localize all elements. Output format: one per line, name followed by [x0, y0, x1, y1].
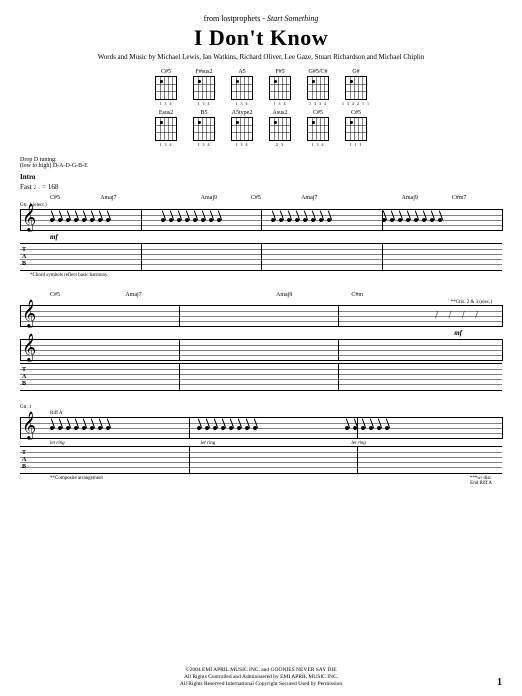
chord-box: Asus22 3: [265, 110, 295, 147]
part-label: Gtr. 1 (elect.): [20, 203, 502, 208]
chord-box: Esus21 3 4: [151, 110, 181, 147]
chord-diagram: [345, 117, 367, 141]
riff-label: Riff A: [50, 411, 502, 416]
treble-clef-icon: 𝄞: [22, 206, 36, 230]
section-label: Intro: [20, 173, 502, 181]
chord-diagram: [345, 76, 367, 100]
chord-row-1: C#51 3 4 F#sus21 3 4 A51 3 4 F#51 3 4 G#…: [151, 69, 371, 106]
chord-row-2: Esus21 3 4 B51 3 4 A5type21 3 4 Asus22 3…: [151, 110, 371, 147]
part-label: Gtr. 1: [20, 405, 502, 410]
chord-reference: C#51 3 4 F#sus21 3 4 A51 3 4 F#51 3 4 G#…: [20, 69, 502, 106]
page-number: 1: [497, 677, 502, 688]
chord-diagram: [269, 117, 291, 141]
treble-clef-icon: 𝄞: [22, 414, 36, 438]
credits: Words and Music by Michael Lewis, Ian Wa…: [20, 53, 502, 61]
tempo-label: Fast: [20, 183, 32, 191]
header: from lostprophets - Start Something I Do…: [20, 14, 502, 61]
copyright-line-2: All Rights Controlled and Administered b…: [0, 674, 522, 681]
separator: -: [260, 14, 267, 23]
song-title: I Don't Know: [20, 25, 502, 51]
sheet-music-page: from lostprophets - Start Something I Do…: [0, 0, 522, 696]
source-line: from lostprophets - Start Something: [20, 14, 502, 23]
chord-box: G#1 3 4 2 1 1: [341, 69, 371, 106]
footnote: *Chord symbols reflect basic harmony.: [30, 273, 502, 278]
tab-clef: TAB: [22, 367, 26, 388]
tab-clef: TAB: [22, 247, 26, 268]
tab-staff: TAB: [20, 243, 502, 271]
system-3: Gtr. 1 Riff A 𝄞 let ring let ring let ri…: [20, 405, 502, 486]
chord-diagram: [231, 76, 253, 100]
chord-box: F#51 3 4: [265, 69, 295, 106]
tempo-value: ♩ = 168: [33, 183, 58, 191]
chord-box: A5type21 3 4: [227, 110, 257, 147]
treble-clef-icon: 𝄞: [22, 302, 36, 326]
tempo-marking: Fast ♩ = 168: [20, 183, 502, 191]
album-name: Start Something: [267, 14, 318, 23]
chord-box: B51 3 4: [189, 110, 219, 147]
notes: [50, 210, 492, 230]
chord-diagram: [193, 117, 215, 141]
end-riff-label: End Riff A: [20, 481, 492, 486]
copyright-line-1: ©2004 EMI APRIL MUSIC INC. and GOONIES N…: [0, 667, 522, 674]
treble-clef-icon: 𝄞: [22, 336, 36, 360]
chord-box: F#sus21 3 4: [189, 69, 219, 106]
notation-staff: 𝄞 / / / /: [20, 305, 502, 327]
chord-diagram: [307, 76, 329, 100]
from-prefix: from lostprophets: [204, 14, 261, 23]
chord-diagram: [231, 117, 253, 141]
chord-diagram: [155, 117, 177, 141]
chord-diagram: [269, 76, 291, 100]
copyright-line-3: All Rights Reserved International Copyri…: [0, 681, 522, 688]
dynamic-marking: mf: [50, 233, 502, 241]
system-1: C#5 Amaj7 Amaj9 C#5 Amaj7 Amaj9 C#m7 Gtr…: [20, 195, 502, 278]
tab-staff: TAB: [20, 446, 502, 474]
system-2: C#5 Amaj7 Amaj9 C#m **Gtrs. 2 & 3 (elec.…: [20, 292, 502, 391]
tab-staff: TAB: [20, 363, 502, 391]
notes: [50, 418, 492, 438]
chord-symbols: C#5 Amaj7 Amaj9 C#m: [20, 292, 502, 298]
notation-staff-b: 𝄞: [20, 339, 502, 361]
chord-diagram: [155, 76, 177, 100]
tuning-notes: (low to high) D-A-D-G-B-E: [20, 163, 88, 169]
tuning-info: Drop D tuning: (low to high) D-A-D-G-B-E: [20, 157, 502, 169]
notation-staff: 𝄞: [20, 209, 502, 231]
dynamic-marking: mf: [50, 329, 462, 337]
copyright-footer: ©2004 EMI APRIL MUSIC INC. and GOONIES N…: [0, 667, 522, 688]
chord-box: G#5/C#1 3 3 4: [303, 69, 333, 106]
chord-reference-2: Esus21 3 4 B51 3 4 A5type21 3 4 Asus22 3…: [20, 110, 502, 147]
rhythm-slashes: / / / /: [435, 310, 482, 321]
composite-note: **Composite arrangement: [50, 476, 103, 481]
chord-symbols: C#5 Amaj7 Amaj9 C#5 Amaj7 Amaj9 C#m7: [20, 195, 502, 201]
chord-box: C#51 1 1: [341, 110, 371, 147]
chord-box: C#51 3 4: [151, 69, 181, 106]
tab-clef: TAB: [22, 450, 26, 471]
chord-box: C#51 3 4: [303, 110, 333, 147]
notation-staff: 𝄞: [20, 417, 502, 439]
chord-diagram: [307, 117, 329, 141]
chord-box: A51 3 4: [227, 69, 257, 106]
chord-diagram: [193, 76, 215, 100]
